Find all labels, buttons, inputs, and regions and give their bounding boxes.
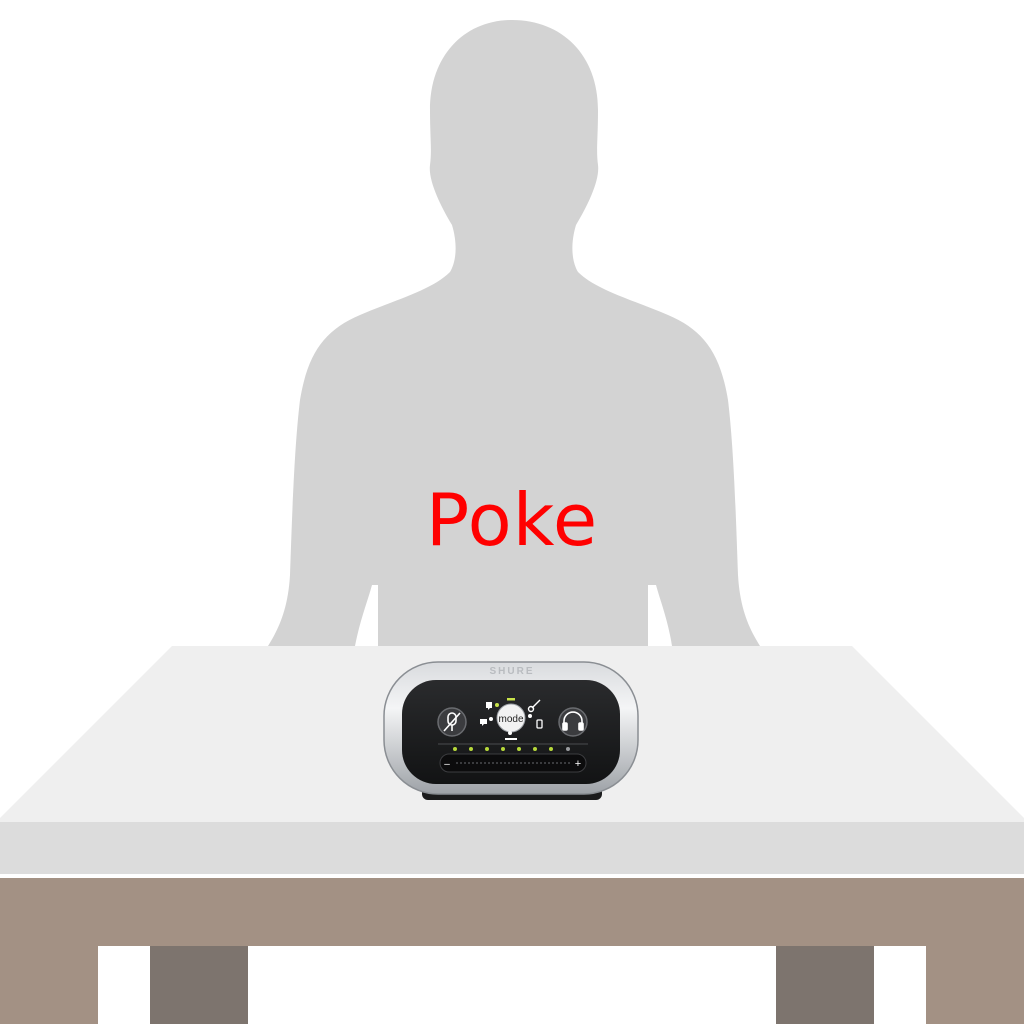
- table-front-edge: [0, 822, 1024, 874]
- meter-led: [501, 747, 505, 751]
- table-apron: [0, 878, 1024, 946]
- mode-led-4: [508, 731, 512, 735]
- table-leg-inner-left: [150, 946, 248, 1024]
- mode-indicator-bottom: [505, 738, 517, 740]
- meter-led: [549, 747, 553, 751]
- table-leg-outer-right: [926, 946, 1024, 1024]
- gain-touch-slider[interactable]: – +: [439, 753, 587, 773]
- slider-plus-label: +: [575, 758, 581, 770]
- action-label: Poke: [425, 478, 599, 562]
- table-leg-outer-left: [0, 946, 98, 1024]
- table-leg-inner-right: [776, 946, 874, 1024]
- mode-led-3: [528, 714, 532, 718]
- mode-label: mode: [498, 714, 523, 725]
- headphone-button[interactable]: [558, 707, 588, 737]
- mode-indicator-top: [507, 698, 515, 701]
- meter-led: [453, 747, 457, 751]
- mode-led-1: [495, 703, 499, 707]
- meter-led: [485, 747, 489, 751]
- meter-led: [469, 747, 473, 751]
- audio-interface-device[interactable]: SHURE mode – +: [383, 661, 639, 800]
- slider-minus-label: –: [444, 759, 450, 770]
- mic-mute-button[interactable]: [437, 707, 467, 737]
- mode-led-2: [489, 717, 493, 721]
- meter-led: [517, 747, 521, 751]
- meter-led: [566, 747, 570, 751]
- table-edge-highlight: [0, 874, 1024, 878]
- device-brand-logo: SHURE: [489, 666, 534, 677]
- meter-led: [533, 747, 537, 751]
